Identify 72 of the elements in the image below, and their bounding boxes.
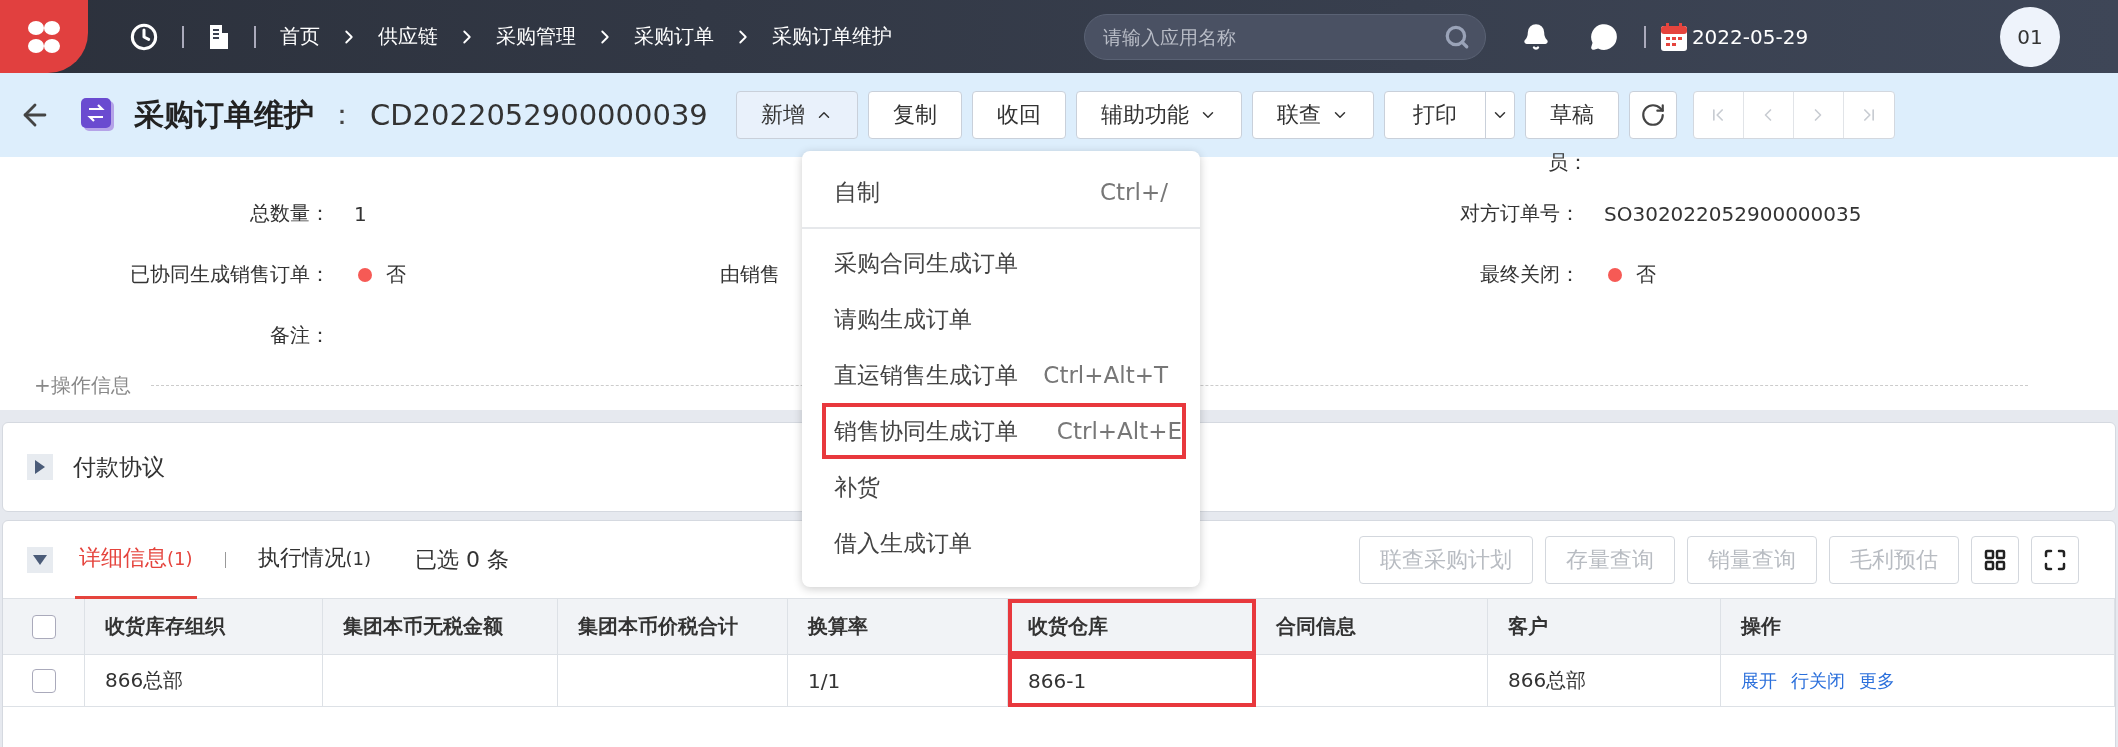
- table-cell: 866-1: [1008, 655, 1256, 707]
- column-header: 集团本币无税金额: [323, 599, 558, 655]
- field-label: 备注：: [270, 322, 330, 349]
- breadcrumb-link[interactable]: 采购管理: [496, 23, 576, 50]
- menu-item[interactable]: 补货: [802, 459, 1200, 515]
- expand-toggle[interactable]: [27, 546, 53, 573]
- table-cell: 866总部: [85, 655, 323, 707]
- menu-item[interactable]: 销售协同生成订单 Ctrl+Alt+E: [822, 403, 1186, 459]
- building-icon[interactable]: [208, 23, 230, 50]
- field-label: 对方订单号：: [1460, 200, 1580, 227]
- title-colon: ：: [328, 97, 356, 133]
- field-value: 1: [354, 201, 367, 226]
- column-header: 集团本币价税合计: [558, 599, 788, 655]
- selection-count: 已选 0 条: [415, 545, 509, 574]
- chat-icon[interactable]: [1589, 22, 1618, 51]
- column-header: 换算率: [788, 599, 1008, 655]
- search-icon[interactable]: [1443, 23, 1470, 50]
- tab[interactable]: 执行情况(1): [253, 520, 375, 599]
- field-label: 已协同生成销售订单：: [130, 261, 330, 288]
- calendar-icon[interactable]: [1659, 21, 1688, 52]
- breadcrumb-link[interactable]: 供应链: [378, 23, 438, 50]
- section-title: 付款协议: [73, 452, 165, 482]
- row-action-link[interactable]: 行关闭: [1791, 668, 1845, 693]
- bell-icon[interactable]: [1521, 22, 1550, 51]
- toolbar-button[interactable]: 复制: [867, 91, 962, 139]
- row-action-link[interactable]: 更多: [1859, 668, 1895, 693]
- menu-item[interactable]: 直运销售生成订单 Ctrl+Alt+T: [802, 347, 1200, 403]
- user-avatar[interactable]: 01: [2000, 6, 2060, 67]
- checkbox[interactable]: [31, 614, 56, 639]
- column-header: 操作: [1721, 599, 2115, 655]
- app-icon: [80, 97, 116, 133]
- field-value: 否: [386, 261, 406, 288]
- logo-icon[interactable]: [0, 0, 88, 73]
- field-label: 最终关闭：: [1480, 261, 1580, 288]
- checkbox[interactable]: [31, 668, 56, 693]
- table-cell: 1/1: [788, 655, 1008, 707]
- field-label: 由销售: [720, 261, 780, 288]
- field-value: SO302022052900000035: [1604, 201, 1862, 226]
- fullscreen-icon[interactable]: [2031, 535, 2079, 584]
- breadcrumb-link[interactable]: 首页: [280, 23, 320, 50]
- menu-item[interactable]: 借入生成订单: [802, 515, 1200, 571]
- breadcrumb-link[interactable]: 采购订单: [634, 23, 714, 50]
- toolbar-button[interactable]: 草稿: [1524, 91, 1619, 139]
- date-text[interactable]: 2022-05-29: [1691, 24, 1809, 49]
- menu-item[interactable]: 自制 Ctrl+/: [802, 157, 1200, 229]
- triangle-icon: [34, 460, 46, 474]
- menu-button[interactable]: 联查: [1251, 91, 1374, 139]
- page-title: 采购订单维护: [134, 95, 314, 134]
- field-label: 员：: [1548, 149, 1588, 176]
- column-header: 客户: [1488, 599, 1721, 655]
- grid-icon[interactable]: [1971, 535, 2019, 584]
- menu-button[interactable]: 辅助功能: [1075, 91, 1242, 139]
- menu-item[interactable]: 请购生成订单: [802, 291, 1200, 347]
- toolbar-button[interactable]: 收回: [971, 91, 1066, 139]
- clock-icon[interactable]: [130, 22, 158, 51]
- column-header: 收货库存组织: [85, 599, 323, 655]
- field-value: 否: [1636, 261, 1656, 288]
- breadcrumb-link[interactable]: 采购订单维护: [772, 23, 892, 50]
- triangle-icon: [33, 553, 47, 566]
- order-number: CD2022052900000039: [370, 98, 708, 132]
- menu-button[interactable]: 新增: [735, 91, 858, 139]
- search-field[interactable]: 请输入应用名称: [1083, 13, 1486, 60]
- refresh-button[interactable]: [1628, 91, 1677, 139]
- expand-toggle[interactable]: [27, 454, 53, 480]
- column-header: 收货仓库: [1008, 599, 1256, 655]
- refresh-icon: [1639, 102, 1666, 128]
- column-header: 合同信息: [1256, 599, 1488, 655]
- table-cell: 866总部: [1488, 655, 1721, 707]
- operation-info-link[interactable]: +操作信息: [34, 372, 131, 399]
- menu-item[interactable]: 采购合同生成订单: [802, 235, 1200, 291]
- field-label: 总数量：: [250, 200, 330, 227]
- row-action-link[interactable]: 展开: [1741, 668, 1777, 693]
